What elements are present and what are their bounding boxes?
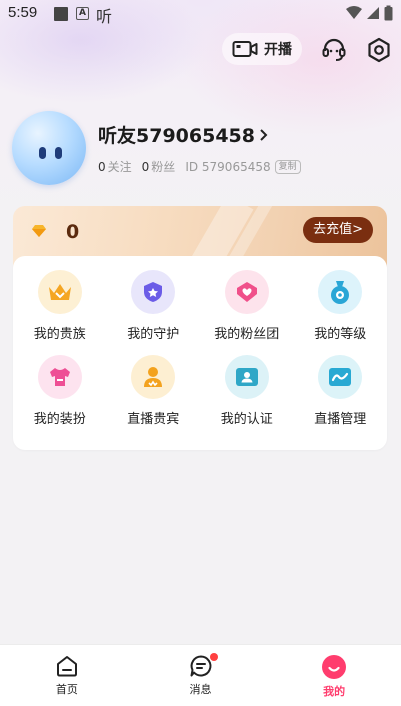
- settings-button[interactable]: [365, 36, 393, 64]
- feature-icon-bg: [224, 270, 269, 314]
- feature-level[interactable]: 我的等级: [294, 270, 388, 342]
- feature-label: 我的守护: [127, 327, 180, 342]
- notification-app-text: 听: [96, 7, 113, 26]
- avatar-right-eye: [55, 147, 62, 159]
- username-link[interactable]: 听友579065458: [98, 121, 269, 148]
- feature-guard[interactable]: 我的守护: [107, 270, 201, 342]
- signal-icon: [367, 7, 379, 19]
- feature-icon-bg: [37, 355, 82, 399]
- user-id: ID 579065458: [185, 159, 271, 174]
- username: 听友579065458: [98, 125, 255, 147]
- feature-label: 直播管理: [314, 412, 367, 427]
- feature-outfit[interactable]: 我的装扮: [13, 355, 107, 427]
- avatar-left-eye: [39, 147, 46, 159]
- feature-label: 我的等级: [314, 327, 367, 342]
- settings-hexagon-icon: [368, 37, 390, 63]
- copy-id-button[interactable]: 复制: [274, 159, 301, 174]
- video-camera-icon: [232, 41, 258, 57]
- diamond-icon: [32, 225, 46, 237]
- feature-grid-card: 我的贵族 我的守护 我的粉丝团 我的等级 我的装扮 直播贵宾 我的认证 直播管理: [13, 256, 387, 450]
- outfit-icon: [49, 368, 70, 386]
- id-card-icon: [235, 368, 258, 386]
- vip-guest-icon: [144, 367, 163, 387]
- feature-icon-bg: [131, 355, 176, 399]
- start-live-button[interactable]: 开播: [222, 33, 302, 65]
- feature-certification[interactable]: 我的认证: [200, 355, 294, 427]
- feature-icon-bg: [318, 355, 363, 399]
- feature-icon-bg: [37, 270, 82, 314]
- feature-nobility[interactable]: 我的贵族: [13, 270, 107, 342]
- shield-icon: [144, 282, 163, 302]
- chevron-right-icon: [260, 128, 268, 141]
- live-manage-icon: [329, 368, 352, 386]
- fans-label[interactable]: 粉丝: [151, 158, 175, 175]
- level-icon: [331, 281, 350, 304]
- profile-stats: 0 关注 0 粉丝 ID 579065458 复制: [98, 158, 301, 175]
- battery-icon: [384, 5, 393, 21]
- feature-vip-guest[interactable]: 直播贵宾: [107, 355, 201, 427]
- nav-profile-label: 我的: [323, 685, 346, 698]
- home-icon: [56, 656, 77, 677]
- diamond-balance: 0: [66, 221, 80, 243]
- unread-badge: [209, 653, 218, 661]
- start-live-label: 开播: [264, 42, 292, 58]
- feature-label: 我的贵族: [33, 327, 86, 342]
- recharge-button[interactable]: 去充值>: [303, 217, 373, 243]
- feature-label: 我的装扮: [33, 412, 86, 427]
- feature-label: 我的粉丝团: [214, 327, 280, 342]
- feature-icon-bg: [131, 270, 176, 314]
- fan-club-icon: [236, 282, 257, 302]
- nav-home[interactable]: 首页: [0, 645, 134, 706]
- customer-service-button[interactable]: [320, 36, 348, 64]
- bottom-nav: 首页 消息 我的: [0, 644, 401, 706]
- feature-label: 直播贵宾: [127, 412, 180, 427]
- follow-label[interactable]: 关注: [108, 158, 132, 175]
- status-bar: 5:59 A 听: [0, 0, 401, 28]
- nav-messages-label: 消息: [189, 683, 212, 696]
- nav-home-label: 首页: [55, 683, 78, 696]
- crown-icon: [48, 284, 71, 300]
- status-indicators: [346, 5, 393, 21]
- fans-count: 0: [141, 159, 150, 174]
- headset-icon: [322, 38, 346, 61]
- feature-live-management[interactable]: 直播管理: [294, 355, 388, 427]
- nav-messages[interactable]: 消息: [134, 645, 268, 706]
- feature-icon-bg: [224, 355, 269, 399]
- feature-icon-bg: [318, 270, 363, 314]
- notification-square-icon: [54, 7, 68, 21]
- nav-profile[interactable]: 我的: [267, 645, 401, 706]
- message-icon: [190, 655, 211, 677]
- feature-fan-club[interactable]: 我的粉丝团: [200, 270, 294, 342]
- notification-a-icon: A: [76, 7, 89, 20]
- feature-grid: 我的贵族 我的守护 我的粉丝团 我的等级 我的装扮 直播贵宾 我的认证 直播管理: [13, 270, 387, 427]
- profile-icon: [322, 655, 347, 679]
- feature-label: 我的认证: [220, 412, 273, 427]
- avatar[interactable]: [12, 111, 86, 185]
- wifi-icon: [346, 6, 362, 19]
- follow-count: 0: [98, 159, 106, 174]
- status-time: 5:59: [8, 4, 38, 21]
